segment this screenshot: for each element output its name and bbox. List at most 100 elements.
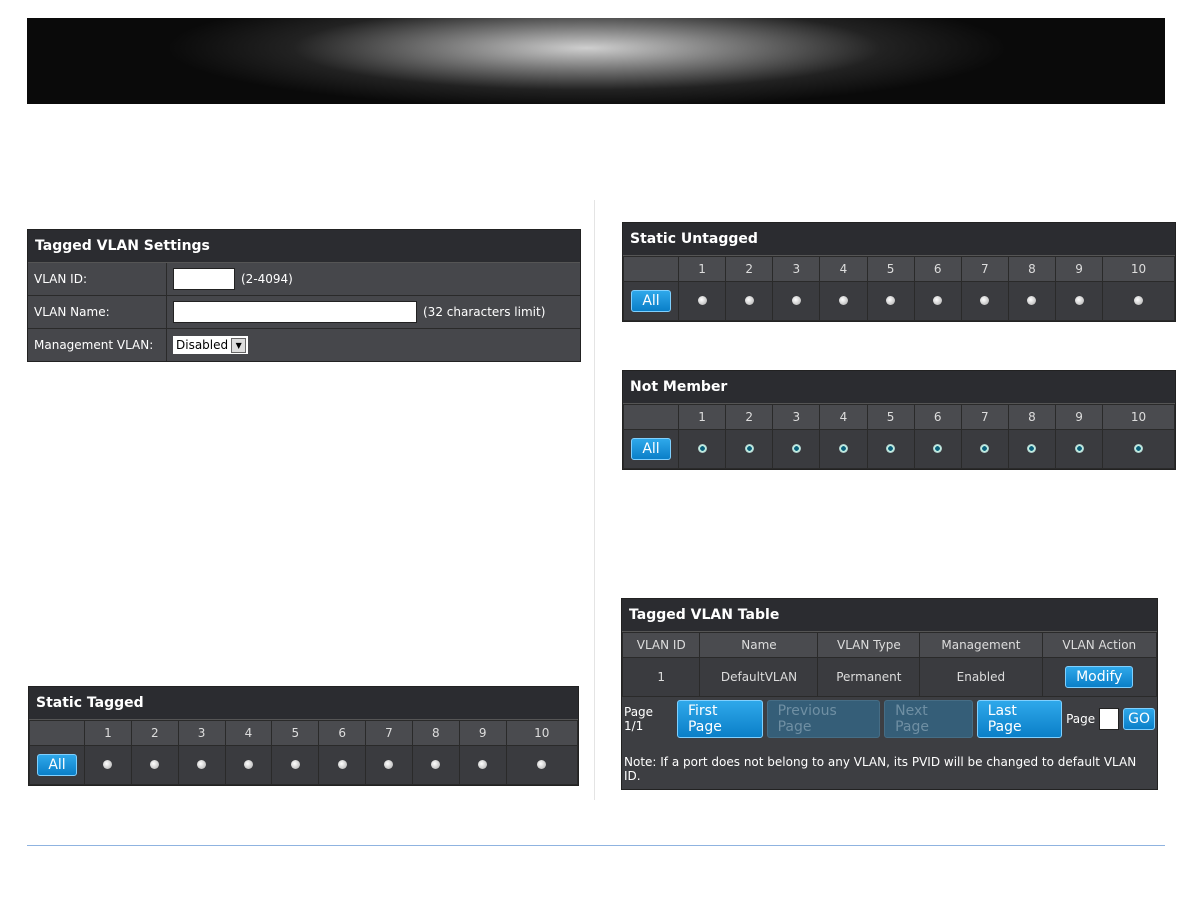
panel-title: Tagged VLAN Settings: [28, 230, 580, 263]
port-radio[interactable]: [791, 444, 801, 453]
port-cell: [365, 745, 413, 785]
port-cell: [1102, 429, 1175, 469]
port-cell: [1054, 281, 1104, 321]
selected-value: Disabled: [176, 338, 229, 352]
port-cell: [819, 281, 868, 321]
port-header: 10: [505, 720, 579, 746]
previous-page-button[interactable]: Previous Page: [766, 700, 881, 738]
management-vlan-select[interactable]: Disabled ▼: [173, 336, 249, 354]
port-radio[interactable]: [1134, 444, 1144, 453]
vlan-id-label: VLAN ID:: [28, 263, 167, 295]
first-page-button[interactable]: First Page: [676, 700, 763, 738]
port-header: 2: [130, 720, 179, 746]
blank-header: [29, 720, 85, 746]
all-button[interactable]: All: [37, 754, 77, 776]
port-header: 6: [913, 404, 962, 430]
port-header: 5: [866, 404, 915, 430]
port-cell: [819, 429, 868, 469]
all-button[interactable]: All: [631, 438, 671, 460]
column-header: VLAN Action: [1041, 632, 1158, 658]
port-header: 10: [1102, 404, 1175, 430]
static-untagged-panel: Static Untagged 1 2 3 4 5 6 7 8 9 10 All: [622, 222, 1176, 322]
port-cell: [725, 429, 774, 469]
cell-management: Enabled: [919, 657, 1043, 697]
port-radio[interactable]: [838, 296, 848, 305]
port-radio[interactable]: [886, 296, 896, 305]
tagged-vlan-table-panel: Tagged VLAN Table VLAN ID Name VLAN Type Ma…: [621, 598, 1158, 790]
cell-name: DefaultVLAN: [699, 657, 819, 697]
port-radio[interactable]: [744, 296, 754, 305]
port-cell: [84, 745, 132, 785]
blank-header: [623, 256, 679, 282]
port-radio[interactable]: [980, 444, 990, 453]
port-header: 9: [1054, 256, 1104, 282]
port-radio[interactable]: [744, 444, 754, 453]
port-radio[interactable]: [290, 760, 300, 769]
port-header: 2: [725, 404, 774, 430]
port-radio[interactable]: [337, 760, 347, 769]
port-radio[interactable]: [1027, 296, 1037, 305]
panel-title: Tagged VLAN Table: [622, 599, 1157, 632]
port-radio[interactable]: [933, 296, 943, 305]
last-page-button[interactable]: Last Page: [976, 700, 1063, 738]
port-radio[interactable]: [197, 760, 207, 769]
port-radio[interactable]: [980, 296, 990, 305]
port-cell: [913, 281, 962, 321]
port-radio[interactable]: [431, 760, 441, 769]
port-radio[interactable]: [697, 296, 707, 305]
all-cell: All: [29, 745, 85, 785]
port-radio[interactable]: [537, 760, 547, 769]
port-radio[interactable]: [1074, 296, 1084, 305]
port-radio[interactable]: [478, 760, 488, 769]
port-radio[interactable]: [243, 760, 253, 769]
port-radio[interactable]: [838, 444, 848, 453]
port-header: 6: [913, 256, 962, 282]
port-radio[interactable]: [791, 296, 801, 305]
port-radio[interactable]: [150, 760, 160, 769]
page-input[interactable]: [1099, 708, 1120, 730]
port-cell: [411, 745, 460, 785]
port-header: 8: [411, 720, 460, 746]
port-cell: [677, 281, 727, 321]
panel-title: Static Tagged: [29, 687, 578, 720]
port-cell: [1007, 281, 1057, 321]
port-header: 4: [819, 256, 868, 282]
port-header: 8: [1007, 256, 1057, 282]
port-radio[interactable]: [1074, 444, 1084, 453]
modify-button[interactable]: Modify: [1065, 666, 1134, 688]
port-cell: [677, 429, 727, 469]
port-cell: [505, 745, 579, 785]
port-radio[interactable]: [886, 444, 896, 453]
port-cell: [725, 281, 774, 321]
not-member-panel: Not Member 1 2 3 4 5 6 7 8 9 10 All: [622, 370, 1176, 470]
port-radio[interactable]: [1134, 296, 1144, 305]
port-radio[interactable]: [933, 444, 943, 453]
port-header: 8: [1007, 404, 1057, 430]
port-radio[interactable]: [1027, 444, 1037, 453]
port-header: 7: [960, 256, 1009, 282]
vlan-id-input[interactable]: [173, 268, 235, 290]
port-header: 7: [365, 720, 413, 746]
port-cell: [1054, 429, 1104, 469]
port-header: 9: [1054, 404, 1104, 430]
port-radio[interactable]: [384, 760, 394, 769]
port-cell: [1102, 281, 1175, 321]
port-header: 9: [458, 720, 507, 746]
port-header: 3: [772, 256, 821, 282]
port-cell: [458, 745, 507, 785]
all-button[interactable]: All: [631, 290, 671, 312]
cell-action: Modify: [1041, 657, 1158, 697]
page-info: Page 1/1: [624, 705, 654, 733]
port-radio[interactable]: [103, 760, 113, 769]
column-header: VLAN Type: [817, 632, 921, 658]
column-header: Name: [699, 632, 819, 658]
chevron-down-icon[interactable]: ▼: [231, 337, 247, 353]
go-button[interactable]: GO: [1123, 708, 1155, 730]
all-cell: All: [623, 281, 679, 321]
management-vlan-label: Management VLAN:: [28, 329, 167, 361]
vlan-name-input[interactable]: [173, 301, 417, 323]
port-cell: [271, 745, 320, 785]
next-page-button[interactable]: Next Page: [884, 700, 973, 738]
column-header: Management: [919, 632, 1043, 658]
port-radio[interactable]: [697, 444, 707, 453]
